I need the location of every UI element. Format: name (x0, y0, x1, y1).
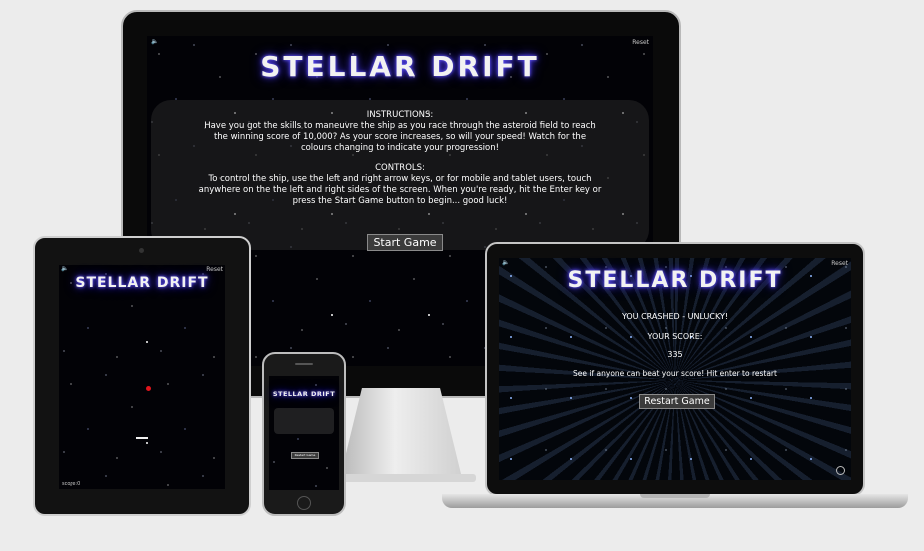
sound-icon[interactable]: 🔈 (61, 265, 68, 272)
reset-link[interactable]: Reset (206, 266, 223, 273)
controls-text-line-2: anywhere on the the left and right sides… (198, 185, 602, 195)
start-game-button[interactable]: Start Game (367, 234, 443, 251)
game-logo: STELLAR DRIFT (272, 390, 336, 398)
laptop-lid: 🔈 Reset STELLAR DRIFT YOU CRASHED - UNLU… (485, 242, 865, 496)
sound-icon[interactable]: 🔈 (502, 259, 509, 266)
phone-screen: STELLAR DRIFT Restart Game (269, 376, 339, 490)
restart-game-button[interactable]: Restart Game (639, 394, 715, 409)
monitor-stand (340, 388, 462, 478)
score-counter: score:0 (62, 481, 81, 487)
game-logo: STELLAR DRIFT (75, 275, 209, 291)
game-logo: STELLAR DRIFT (567, 268, 783, 293)
monitor-base (326, 474, 476, 482)
phone-speaker (295, 363, 313, 365)
phone-device: STELLAR DRIFT Restart Game (262, 352, 346, 516)
controls-heading: CONTROLS: (375, 163, 425, 173)
reset-link[interactable]: Reset (831, 260, 848, 267)
controls-text-line-1: To control the ship, use the left and ri… (208, 174, 592, 184)
github-icon[interactable] (836, 466, 845, 475)
restart-game-button[interactable]: Restart Game (291, 452, 319, 459)
tablet-camera (139, 248, 144, 253)
instructions-panel: INSTRUCTIONS: Have you got the skills to… (151, 100, 649, 250)
instructions-text-line-3: colours changing to indicate your progre… (300, 143, 500, 153)
score-heading: YOUR SCORE: (647, 332, 703, 341)
beat-score-message: See if anyone can beat your score! Hit e… (573, 369, 777, 378)
score-value: 335 (667, 350, 683, 359)
phone-home-button[interactable] (297, 496, 311, 510)
instructions-text-line-1: Have you got the skills to maneuvre the … (204, 121, 596, 131)
tablet-device: 🔈 Reset STELLAR DRIFT score:0 (33, 236, 251, 516)
sound-icon[interactable]: 🔈 (151, 38, 158, 45)
game-logo: STELLAR DRIFT (260, 50, 540, 83)
laptop-screen: 🔈 Reset STELLAR DRIFT YOU CRASHED - UNLU… (499, 258, 851, 480)
tablet-screen: 🔈 Reset STELLAR DRIFT score:0 (59, 265, 225, 489)
controls-text-line-3: press the Start Game button to begin... … (292, 196, 508, 206)
reset-link[interactable]: Reset (632, 39, 649, 46)
instructions-text-line-2: the winning score of 10,000? As your sco… (213, 132, 587, 142)
phone-text-panel (274, 408, 334, 434)
player-ship (136, 437, 148, 439)
laptop-notch (640, 494, 710, 498)
asteroid (146, 386, 151, 391)
instructions-heading: INSTRUCTIONS: (366, 110, 434, 120)
crash-message: YOU CRASHED - UNLUCKY! (621, 312, 729, 321)
